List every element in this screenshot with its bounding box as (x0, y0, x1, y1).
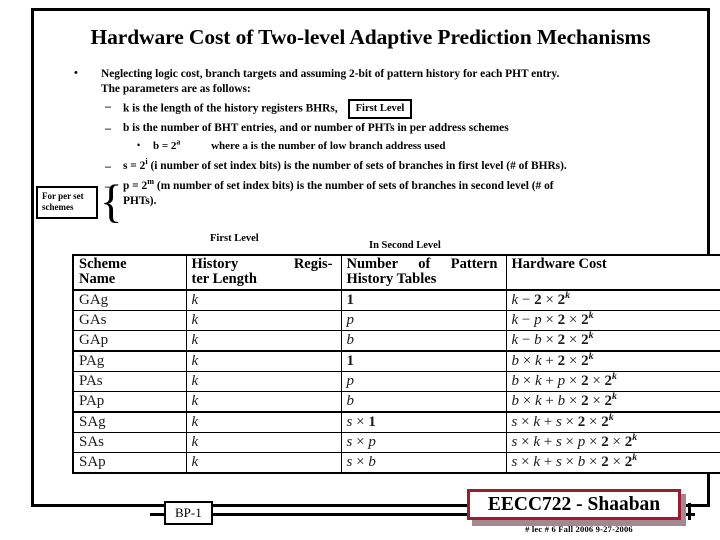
cell-scheme-name: PAg (72, 350, 187, 372)
cell-number-of-pattern-history-tables: s × p (340, 432, 507, 453)
course-badge: EECC722 - Shaaban (467, 489, 681, 520)
dash-marker: – (105, 99, 111, 113)
page-title: Hardware Cost of Two-level Adaptive Pred… (90, 25, 651, 49)
cell-hardware-cost: k − b × 2 × 2k (505, 330, 720, 352)
p-equation-note: (m number of set index bits) is the numb… (156, 180, 554, 192)
cell-history-register-length: k (185, 289, 342, 311)
table-label-second-level: In Second Level (369, 240, 441, 251)
cell-number-of-pattern-history-tables: p (340, 371, 507, 392)
p-equation-exponent: m (147, 177, 155, 187)
slide-frame: Hardware Cost of Two-level Adaptive Pred… (31, 8, 720, 507)
dash-marker: – (105, 159, 111, 173)
table-row: GAg k 1 k − 2 × 2k (72, 289, 720, 311)
per-set-callout-line-1: For per set (42, 191, 84, 201)
table-row: GAs k p k − p × 2 × 2k (72, 310, 720, 331)
hardware-cost-table: Scheme Name History Regis- ter Length Nu… (72, 254, 720, 474)
table-row: GAp k b k − b × 2 × 2k (72, 330, 720, 352)
cell-history-register-length: k (185, 452, 342, 474)
cell-hardware-cost: k − 2 × 2k (505, 289, 720, 311)
table-row: SAs k s × ps × k + s × p × 2 × 2k (72, 432, 720, 453)
p-equation-note-cont: PHTs). (123, 194, 157, 207)
cell-history-register-length: k (185, 432, 342, 453)
cell-scheme-name: SAp (72, 452, 187, 474)
cell-scheme-name: GAg (72, 289, 187, 311)
bullet-item-s: – s = 2i (i number of set index bits) is… (49, 157, 701, 174)
bullet-1-line-1: Neglecting logic cost, branch targets an… (101, 68, 560, 80)
cell-number-of-pattern-history-tables: 1 (340, 289, 507, 311)
cell-scheme-name: SAg (72, 411, 187, 433)
column-header-number-of-pattern-history-tables: Number of Pattern History Tables (340, 254, 507, 291)
cell-number-of-pattern-history-tables: s × 1 (340, 411, 507, 433)
table-row: SAp k s × bs × k + s × b × 2 × 2k (72, 452, 720, 474)
page-number-badge: BP-1 (164, 501, 213, 525)
table-body: GAg k 1 k − 2 × 2k GAs k p k − p × 2 × 2k GAp k b k… (72, 289, 720, 474)
cell-hardware-cost: b × k + 2 × 2k (505, 350, 720, 372)
b-equation-note: where a is the number of low branch addr… (211, 140, 446, 152)
bullet-k-label: k is the length of the history registers… (123, 102, 338, 115)
column-header-history-register-length: History Regis- ter Length (185, 254, 342, 291)
bullet-item-1: • Neglecting logic cost, branch targets … (49, 67, 701, 97)
table-row: SAg k s × 1s × k + s × 2 × 2k (72, 411, 720, 433)
cell-scheme-name: GAp (72, 330, 187, 352)
bullet-item-b-equation: • b = 2a where a is the number of low br… (49, 137, 701, 154)
cell-number-of-pattern-history-tables: 1 (340, 350, 507, 372)
b-equation-exponent: a (176, 137, 181, 147)
cell-history-register-length: k (185, 350, 342, 372)
cell-scheme-name: PAs (72, 371, 187, 392)
column-header-hardware-cost: Hardware Cost (505, 254, 720, 291)
table-label-first-level: First Level (210, 233, 259, 244)
cell-hardware-cost: s × k + s × 2 × 2k (505, 411, 720, 433)
cell-history-register-length: k (185, 391, 342, 413)
column-header-scheme-name: Scheme Name (72, 254, 187, 291)
cell-hardware-cost: b × k + p × 2 × 2k (505, 371, 720, 392)
bullet-item-k: – k is the length of the history registe… (49, 99, 701, 119)
bullet-item-p: – p = 2m (m number of set index bits) is… (49, 177, 701, 208)
curly-brace-icon: { (100, 176, 123, 228)
cell-hardware-cost: s × k + s × b × 2 × 2k (505, 452, 720, 474)
s-equation-note: (i number of set index bits) is the numb… (150, 160, 567, 172)
cell-history-register-length: k (185, 310, 342, 331)
b-equation-lead: b = 2 (153, 140, 177, 152)
square-bullet-marker: • (137, 140, 141, 150)
s-equation-exponent: i (145, 157, 148, 167)
table-row: PAp k b b × k + b × 2 × 2k (72, 391, 720, 413)
table-row: PAg k 1 b × k + 2 × 2k (72, 350, 720, 372)
first-level-callout: First Level (347, 99, 413, 119)
cell-history-register-length: k (185, 371, 342, 392)
table-row: PAs k p b × k + p × 2 × 2k (72, 371, 720, 392)
p-equation-lead: p = 2 (123, 180, 148, 192)
bullet-b-label: b is the number of BHT entries, and or n… (123, 122, 509, 134)
dash-marker: – (105, 121, 111, 135)
cell-number-of-pattern-history-tables: b (340, 391, 507, 413)
cell-scheme-name: PAp (72, 391, 187, 413)
s-equation-lead: s = 2 (123, 160, 146, 172)
cell-hardware-cost: k − p × 2 × 2k (505, 310, 720, 331)
cell-scheme-name: SAs (72, 432, 187, 453)
bullet-item-b: – b is the number of BHT entries, and or… (49, 121, 701, 136)
table-header-row: Scheme Name History Regis- ter Length Nu… (72, 254, 720, 291)
cell-hardware-cost: b × k + b × 2 × 2k (505, 391, 720, 413)
footer-end-tick (688, 503, 691, 520)
cell-scheme-name: GAs (72, 310, 187, 331)
cell-hardware-cost: s × k + s × p × 2 × 2k (505, 432, 720, 453)
slide-body: • Neglecting logic cost, branch targets … (49, 67, 701, 208)
cell-number-of-pattern-history-tables: s × b (340, 452, 507, 474)
cell-history-register-length: k (185, 411, 342, 433)
course-badge-subtext: # lec # 6 Fall 2006 9-27-2006 (525, 524, 633, 534)
per-set-schemes-callout: For per set schemes (36, 186, 98, 219)
cell-history-register-length: k (185, 330, 342, 352)
cell-number-of-pattern-history-tables: b (340, 330, 507, 352)
bullet-1-line-2: The parameters are as follows: (101, 83, 251, 95)
bullet-marker: • (74, 67, 78, 79)
per-set-callout-line-2: schemes (42, 202, 74, 212)
cell-number-of-pattern-history-tables: p (340, 310, 507, 331)
